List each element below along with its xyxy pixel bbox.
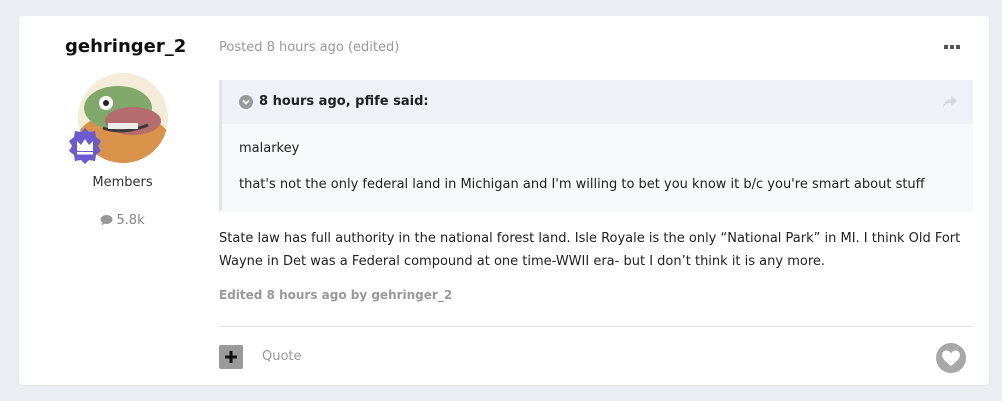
quote-header[interactable]: 8 hours ago, pfife said: bbox=[222, 80, 973, 124]
quote-button[interactable]: Quote bbox=[262, 349, 302, 364]
post-body: State law has full authority in the nati… bbox=[219, 231, 961, 269]
ellipsis-icon[interactable] bbox=[942, 42, 962, 52]
crown-badge-icon bbox=[69, 128, 101, 164]
chevron-down-circle-icon[interactable] bbox=[239, 95, 253, 109]
forum-post: gehringer_2 Members 5.8k Posted 8 hours … bbox=[19, 16, 989, 385]
quote-block: 8 hours ago, pfife said: malarkey that's… bbox=[219, 80, 973, 211]
post-meta: Posted 8 hours ago (edited) bbox=[219, 40, 400, 55]
edited-note: Edited 8 hours ago by gehringer_2 bbox=[219, 288, 453, 302]
quote-paragraph: that's not the only federal land in Mich… bbox=[239, 177, 925, 192]
comment-icon bbox=[100, 215, 113, 226]
quote-citation: 8 hours ago, pfife said: bbox=[259, 94, 429, 109]
author-group: Members bbox=[92, 175, 153, 190]
multiquote-plus-button[interactable] bbox=[219, 345, 243, 369]
author-username[interactable]: gehringer_2 bbox=[65, 36, 186, 57]
author-reputation: 5.8k bbox=[19, 213, 226, 228]
share-arrow-icon[interactable] bbox=[942, 95, 958, 109]
divider bbox=[219, 326, 973, 327]
reputation-count: 5.8k bbox=[116, 213, 145, 228]
plus-icon bbox=[225, 351, 237, 363]
heart-icon bbox=[942, 350, 960, 366]
like-button[interactable] bbox=[936, 343, 966, 373]
quote-paragraph: malarkey bbox=[239, 141, 300, 156]
